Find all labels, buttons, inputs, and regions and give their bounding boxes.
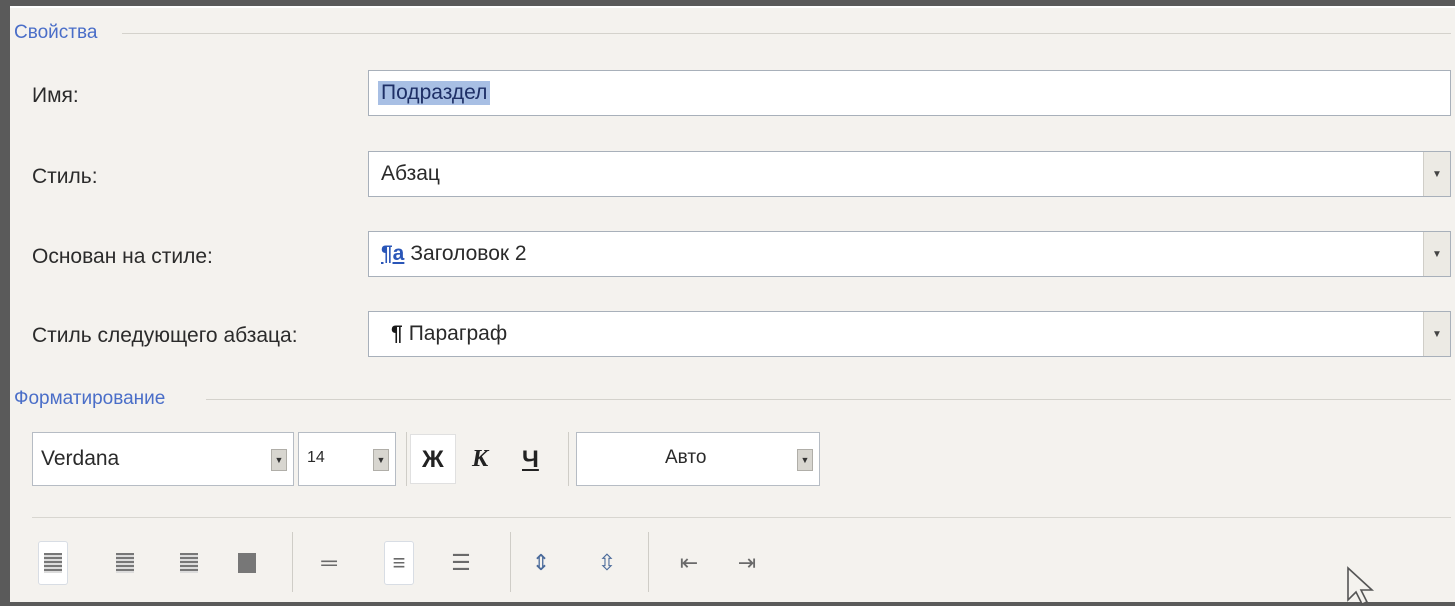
chevron-down-icon[interactable]: ▼ [797,449,813,471]
align-left-icon[interactable] [38,541,68,585]
linked-style-icon: ¶a [381,242,405,265]
font-size-select[interactable]: 14 ▼ [298,432,396,486]
toolbar-separator [648,532,649,592]
next-style-value: Параграф [408,322,508,345]
single-spacing-icon[interactable]: ═ [314,541,344,585]
chevron-down-icon[interactable]: ▼ [271,449,287,471]
underline-button[interactable]: Ч [522,446,539,474]
increase-indent-icon[interactable]: ⇥ [732,541,762,585]
based-on-label: Основан на стиле: [32,245,213,268]
based-on-value: Заголовок 2 [410,242,527,265]
toolbar-separator [292,532,293,592]
name-value: Подраздел [378,81,491,105]
style-value: Абзац [381,162,440,185]
chevron-down-icon[interactable]: ▼ [373,449,389,471]
properties-section-title: Свойства [14,22,98,43]
formatting-section-divider [206,399,1451,400]
double-spacing-icon[interactable]: ☰ [446,541,476,585]
next-style-value-wrap: ¶ Параграф [391,322,507,346]
decrease-indent-icon[interactable]: ⇤ [674,541,704,585]
formatting-section-title: Форматирование [14,388,166,409]
chevron-down-icon[interactable]: ▼ [1423,152,1450,196]
italic-button[interactable]: К [472,446,488,473]
increase-paragraph-spacing-icon[interactable]: ⇕ [526,541,556,585]
one-half-spacing-icon[interactable]: ≡ [384,541,414,585]
based-on-select[interactable]: ¶a Заголовок 2 ▼ [368,231,1451,277]
style-properties-dialog: Свойства Имя: Подраздел Стиль: Абзац ▼ О… [10,6,1455,606]
align-justify-icon[interactable] [232,541,262,585]
toolbar-separator [406,432,407,486]
font-color-value: Авто [665,447,707,468]
align-center-icon[interactable] [110,541,140,585]
bold-button[interactable]: Ж [422,446,444,474]
font-size-value: 14 [307,449,325,466]
toolbar-divider [32,517,1451,518]
next-style-label: Стиль следующего абзаца: [32,324,298,347]
chevron-down-icon[interactable]: ▼ [1423,232,1450,276]
paragraph-mark-icon: ¶ [391,322,403,345]
properties-section-divider [122,33,1451,34]
font-color-select[interactable]: Авто ▼ [576,432,820,486]
align-right-icon[interactable] [174,541,204,585]
style-label: Стиль: [32,165,98,188]
toolbar-separator [568,432,569,486]
style-select[interactable]: Абзац ▼ [368,151,1451,197]
name-field[interactable]: Подраздел [368,70,1451,116]
toolbar-separator [510,532,511,592]
name-label: Имя: [32,84,79,107]
font-value: Verdana [41,447,120,470]
decrease-paragraph-spacing-icon[interactable]: ⇳ [592,541,622,585]
based-on-value-wrap: ¶a Заголовок 2 [381,242,527,266]
next-style-select[interactable]: ¶ Параграф ▼ [368,311,1451,357]
chevron-down-icon[interactable]: ▼ [1423,312,1450,356]
mouse-cursor-icon [1347,566,1375,606]
font-select[interactable]: Verdana ▼ [32,432,294,486]
